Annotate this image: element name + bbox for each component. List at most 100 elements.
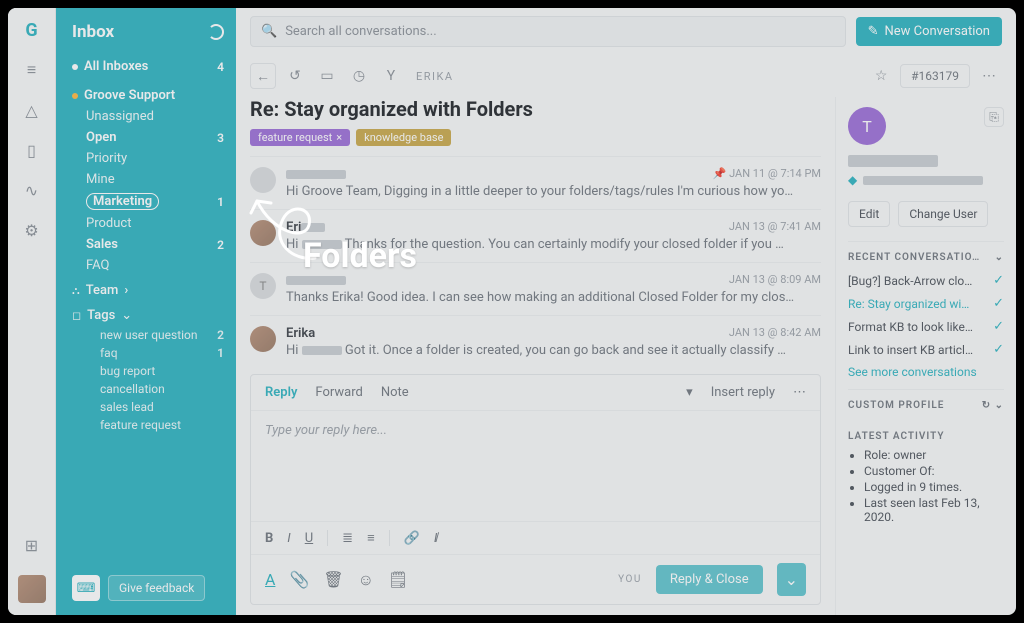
give-feedback-button[interactable]: Give feedback bbox=[108, 575, 205, 601]
activity-icon[interactable]: ∿ bbox=[22, 180, 42, 200]
tag-feature-request[interactable]: feature request bbox=[86, 416, 224, 434]
book-icon[interactable]: ▯ bbox=[22, 140, 42, 160]
expand-icon[interactable]: ⎘ bbox=[984, 107, 1004, 127]
tags-group[interactable]: ◻Tags⌄ bbox=[72, 305, 224, 326]
custom-profile-heading: CUSTOM PROFILE bbox=[848, 400, 944, 411]
main-area: 🔍 Search all conversations... ✎ New Conv… bbox=[236, 8, 1016, 615]
customer-avatar: T bbox=[848, 107, 886, 145]
change-user-button[interactable]: Change User bbox=[898, 201, 988, 227]
message-row[interactable]: T JAN 13 @ 8:09 AM Thanks Erika! Good id… bbox=[250, 262, 821, 315]
thread-title: Re: Stay organized with Folders bbox=[250, 97, 821, 121]
link-icon[interactable]: 🔗 bbox=[404, 531, 420, 546]
avatar bbox=[250, 220, 276, 246]
thread-tag-knowledge-base[interactable]: knowledge base bbox=[356, 129, 451, 146]
reply-close-button[interactable]: Reply & Close bbox=[656, 565, 763, 594]
message-snippet: Hi Groove Team, Digging in a little deep… bbox=[286, 184, 821, 199]
tag-new-user-question[interactable]: new user question2 bbox=[86, 326, 224, 344]
close-icon[interactable]: × bbox=[336, 131, 342, 144]
folder-open[interactable]: Open3 bbox=[86, 127, 224, 148]
undo-icon[interactable]: ↺ bbox=[282, 63, 308, 89]
ticket-id: #163179 bbox=[900, 64, 970, 88]
menu-icon[interactable]: ≡ bbox=[22, 60, 42, 80]
assignee-name[interactable]: ERIKA bbox=[416, 70, 454, 83]
logo-icon[interactable]: G bbox=[22, 20, 42, 40]
all-inboxes-label: All Inboxes bbox=[84, 59, 148, 74]
mailbox-label: Groove Support bbox=[84, 88, 175, 103]
new-conversation-button[interactable]: ✎ New Conversation bbox=[856, 17, 1002, 46]
attach-icon[interactable]: 📎 bbox=[289, 570, 309, 589]
recent-conversations-heading: RECENT CONVERSATIO… bbox=[848, 252, 980, 263]
note-icon[interactable]: 🗒 bbox=[388, 570, 408, 589]
user-avatar[interactable] bbox=[18, 575, 46, 603]
triangle-icon[interactable]: △ bbox=[22, 100, 42, 120]
folder-marketing[interactable]: Marketing1 bbox=[86, 190, 224, 213]
chevron-down-icon[interactable]: ⌄ bbox=[995, 252, 1004, 263]
recent-conv-item[interactable]: Link to insert KB articl…✓ bbox=[848, 338, 1004, 361]
insert-reply-button[interactable]: Insert reply bbox=[711, 385, 775, 400]
bullet-list-icon[interactable]: ≣ bbox=[342, 531, 353, 546]
tag-icon[interactable]: ▭ bbox=[314, 63, 340, 89]
italic-icon[interactable]: I bbox=[287, 531, 290, 546]
more-icon[interactable]: ⋯ bbox=[976, 63, 1002, 89]
tab-forward[interactable]: Forward bbox=[315, 385, 362, 400]
tag-cancellation[interactable]: cancellation bbox=[86, 380, 224, 398]
conversation-toolbar: ← ↺ ▭ ◷ Y ERIKA ☆ #163179 ⋯ bbox=[236, 55, 1016, 97]
check-icon: ✓ bbox=[993, 296, 1004, 311]
tab-reply[interactable]: Reply bbox=[265, 385, 297, 400]
edit-button[interactable]: Edit bbox=[848, 201, 890, 227]
tab-note[interactable]: Note bbox=[381, 385, 409, 400]
message-row[interactable]: ErikaJAN 13 @ 8:42 AM Hi Got it. Once a … bbox=[250, 315, 821, 368]
grid-icon[interactable]: ⊞ bbox=[22, 535, 42, 555]
tag-bug-report[interactable]: bug report bbox=[86, 362, 224, 380]
message-row[interactable]: EriJAN 13 @ 7:41 AM Hi Thanks for the qu… bbox=[250, 209, 821, 262]
emoji-icon[interactable]: ☺ bbox=[358, 570, 374, 590]
thread-tag-feature-request[interactable]: feature request× bbox=[250, 129, 350, 146]
trash-icon[interactable]: 🗑 bbox=[323, 570, 343, 589]
recent-conv-item[interactable]: [Bug?] Back-Arrow clo…✓ bbox=[848, 269, 1004, 292]
see-more-conversations[interactable]: See more conversations bbox=[848, 365, 1004, 379]
search-placeholder: Search all conversations... bbox=[285, 24, 436, 39]
underline-icon[interactable]: U bbox=[305, 531, 313, 546]
number-list-icon[interactable]: ≡ bbox=[367, 530, 375, 546]
team-group[interactable]: ⛬Team› bbox=[72, 280, 224, 301]
search-icon: 🔍 bbox=[261, 24, 277, 39]
pin-icon: 📌 bbox=[713, 167, 727, 180]
reply-dropdown[interactable]: ⌄ bbox=[777, 563, 806, 596]
all-inboxes[interactable]: All Inboxes 4 bbox=[72, 56, 224, 77]
all-inboxes-count: 4 bbox=[217, 60, 224, 74]
mailbox-groove-support[interactable]: Groove Support bbox=[72, 85, 224, 106]
folder-unassigned[interactable]: Unassigned bbox=[86, 106, 224, 127]
star-icon[interactable]: ☆ bbox=[868, 63, 894, 89]
reply-textarea[interactable]: Type your reply here... bbox=[251, 411, 820, 521]
message-row[interactable]: 📌 JAN 11 @ 7:14 PM Hi Groove Team, Diggi… bbox=[250, 156, 821, 209]
folder-mine[interactable]: Mine bbox=[86, 169, 224, 190]
check-icon: ✓ bbox=[993, 342, 1004, 357]
text-color-icon[interactable]: A bbox=[265, 570, 275, 589]
bold-icon[interactable]: B bbox=[265, 531, 273, 546]
recent-conv-item[interactable]: Format KB to look like…✓ bbox=[848, 315, 1004, 338]
refresh-icon[interactable]: ↻ bbox=[982, 400, 991, 411]
recent-conv-item[interactable]: Re: Stay organized wi…✓ bbox=[848, 292, 1004, 315]
folder-priority[interactable]: Priority bbox=[86, 148, 224, 169]
clear-format-icon[interactable]: I̸ bbox=[434, 530, 437, 546]
more-icon[interactable]: ⋯ bbox=[793, 385, 806, 400]
activity-item: Last seen last Feb 13, 2020. bbox=[864, 496, 1004, 524]
back-button[interactable]: ← bbox=[250, 63, 276, 89]
check-icon: ✓ bbox=[993, 273, 1004, 288]
keyboard-icon[interactable]: ⌨ bbox=[72, 575, 100, 601]
folder-faq[interactable]: FAQ bbox=[86, 255, 224, 276]
snooze-icon[interactable]: ◷ bbox=[346, 63, 372, 89]
chevron-down-icon[interactable]: ⌄ bbox=[995, 400, 1004, 411]
search-input[interactable]: 🔍 Search all conversations... bbox=[250, 16, 846, 47]
topbar: 🔍 Search all conversations... ✎ New Conv… bbox=[236, 8, 1016, 55]
tag-sales-lead[interactable]: sales lead bbox=[86, 398, 224, 416]
right-panel: T ⎘ ◆ Edit Change User RECENT CONVERSATI… bbox=[836, 97, 1016, 615]
merge-icon[interactable]: Y bbox=[378, 63, 404, 89]
folder-product[interactable]: Product bbox=[86, 213, 224, 234]
refresh-icon[interactable] bbox=[208, 24, 224, 40]
tag-faq[interactable]: faq1 bbox=[86, 344, 224, 362]
thread-pane: Re: Stay organized with Folders feature … bbox=[236, 97, 836, 615]
folder-sales[interactable]: Sales2 bbox=[86, 234, 224, 255]
gear-icon[interactable]: ⚙ bbox=[22, 220, 42, 240]
avatar bbox=[250, 326, 276, 352]
